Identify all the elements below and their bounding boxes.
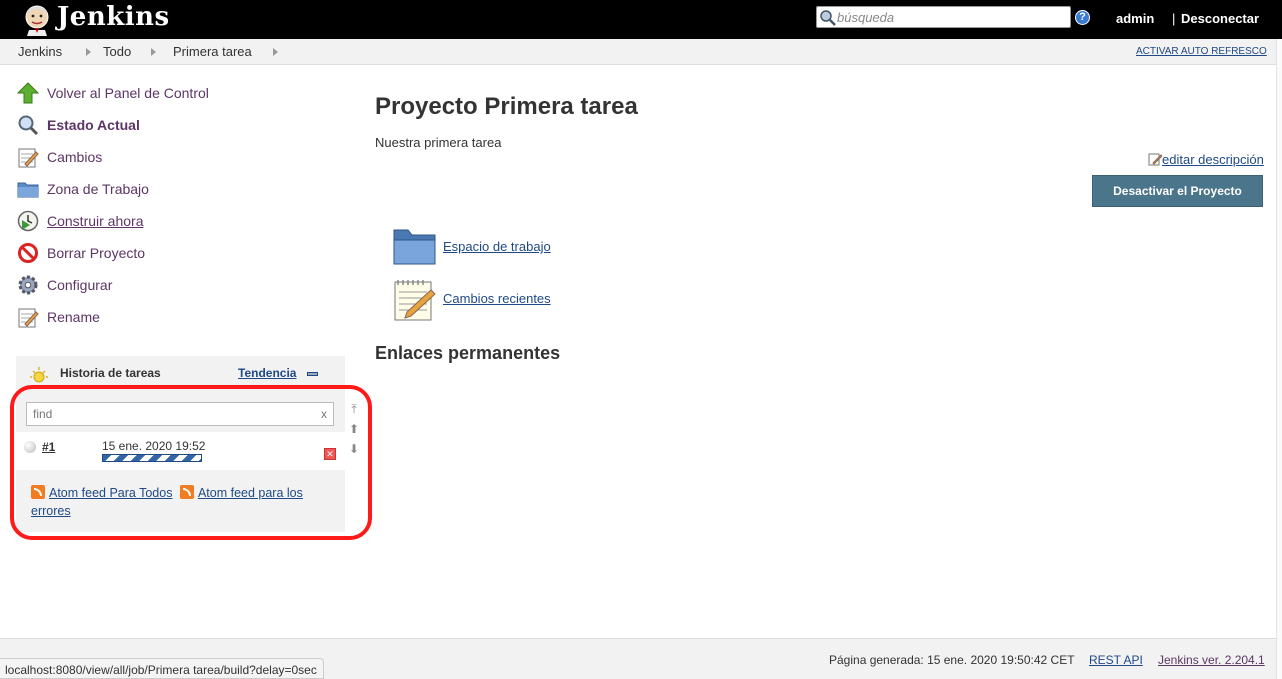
project-description: Nuestra primera tarea xyxy=(375,135,502,150)
breadcrumb-arrow-icon[interactable] xyxy=(273,48,278,56)
trend-icon[interactable] xyxy=(307,372,318,376)
folder-icon xyxy=(17,182,39,198)
trend-link[interactable]: Tendencia xyxy=(238,366,296,380)
breadcrumb-arrow-icon[interactable] xyxy=(86,48,91,56)
sidebar-item-label[interactable]: Zona de Trabajo xyxy=(47,181,149,197)
sidebar-item-label[interactable]: Rename xyxy=(47,309,100,325)
gear-icon xyxy=(18,275,38,295)
breadcrumb-arrow-icon[interactable] xyxy=(151,48,156,56)
rest-api-link[interactable]: REST API xyxy=(1089,653,1143,667)
sidebar-item-label[interactable]: Configurar xyxy=(47,277,112,293)
user-link[interactable]: admin xyxy=(1116,11,1154,26)
search-icon xyxy=(820,10,836,26)
disable-project-button[interactable]: Desactivar el Proyecto xyxy=(1092,175,1263,207)
logout-link[interactable]: Desconectar xyxy=(1181,11,1259,26)
no-entry-icon xyxy=(18,243,38,263)
sidebar-item-label[interactable]: Borrar Proyecto xyxy=(47,245,145,261)
notepad-icon xyxy=(1148,153,1162,166)
clock-play-icon xyxy=(17,210,39,232)
status-bar-url: localhost:8080/view/all/job/Primera tare… xyxy=(0,658,324,679)
page-generated-text: Página generada: 15 ene. 2020 19:50:42 C… xyxy=(829,653,1075,667)
sidebar-item-label[interactable]: Estado Actual xyxy=(47,117,140,133)
search-box xyxy=(816,6,1071,28)
sidebar-item-changes[interactable]: Cambios xyxy=(17,146,217,168)
logout-separator: | xyxy=(1172,11,1176,26)
up-arrow-icon xyxy=(17,82,39,104)
notepad-icon xyxy=(18,308,39,328)
breadcrumb-item-todo[interactable]: Todo xyxy=(103,44,131,59)
sidebar-item-workspace[interactable]: Zona de Trabajo xyxy=(17,178,217,200)
sidebar-item-label[interactable]: Volver al Panel de Control xyxy=(47,85,209,101)
sidebar-item-label[interactable]: Cambios xyxy=(47,149,102,165)
workspace-link[interactable]: Espacio de trabajo xyxy=(443,239,551,254)
help-icon[interactable]: ? xyxy=(1075,10,1090,25)
sidebar-item-delete[interactable]: Borrar Proyecto xyxy=(17,242,217,264)
page-title: Proyecto Primera tarea xyxy=(375,93,638,120)
sidebar-item-status[interactable]: Estado Actual xyxy=(17,114,217,136)
recent-changes-link-row: Cambios recientes xyxy=(393,278,643,322)
autorefresh-link[interactable]: ACTIVAR AUTO REFRESCO xyxy=(1136,46,1267,57)
highlight-annotation xyxy=(10,385,372,540)
weather-sun-icon xyxy=(30,367,48,383)
breadcrumb-item-jenkins[interactable]: Jenkins xyxy=(18,44,62,59)
sidebar-item-build-now[interactable]: Construir ahora xyxy=(17,210,217,232)
edit-description-link[interactable]: editar descripción xyxy=(1148,152,1264,167)
sidebar-item-configure[interactable]: Configurar xyxy=(17,274,217,296)
jenkins-logo-icon[interactable] xyxy=(20,2,54,36)
sidebar-item-back[interactable]: Volver al Panel de Control xyxy=(17,82,217,104)
workspace-link-row: Espacio de trabajo xyxy=(393,226,643,270)
build-history-title: Historia de tareas xyxy=(60,366,161,380)
recent-changes-link[interactable]: Cambios recientes xyxy=(443,291,551,306)
magnifier-icon xyxy=(18,115,39,136)
sidebar-item-label[interactable]: Construir ahora xyxy=(47,213,144,229)
breadcrumb: Jenkins Todo Primera tarea ACTIVAR AUTO … xyxy=(0,39,1276,65)
jenkins-version-link[interactable]: Jenkins ver. 2.204.1 xyxy=(1158,653,1265,667)
notepad-icon xyxy=(18,148,39,168)
edit-description-label[interactable]: editar descripción xyxy=(1162,152,1264,167)
breadcrumb-item-job[interactable]: Primera tarea xyxy=(173,44,252,59)
top-header: Jenkins ? admin | Desconectar xyxy=(0,0,1282,39)
search-input[interactable] xyxy=(837,9,1065,25)
brand-title[interactable]: Jenkins xyxy=(57,2,170,32)
scrollbar[interactable] xyxy=(1276,39,1282,679)
notepad-icon[interactable] xyxy=(393,278,437,322)
folder-icon[interactable] xyxy=(393,226,437,266)
sidebar-item-rename[interactable]: Rename xyxy=(17,306,217,328)
permalinks-heading: Enlaces permanentes xyxy=(375,343,561,363)
